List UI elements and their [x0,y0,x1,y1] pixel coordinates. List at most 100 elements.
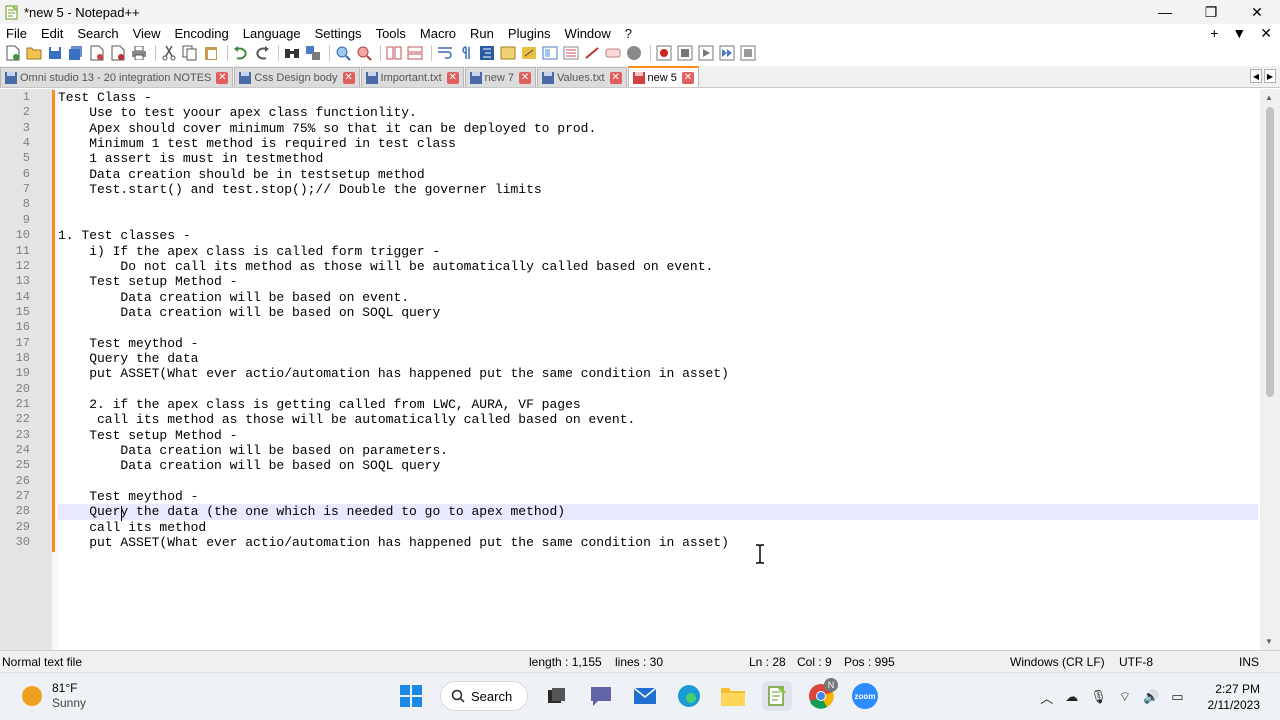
print-icon[interactable] [130,44,148,62]
monitoring-icon[interactable] [583,44,601,62]
microphone-icon[interactable]: 🎙 [1090,689,1107,705]
text-line[interactable]: i) If the apex class is called form trig… [58,244,1258,259]
text-line[interactable]: Minimum 1 test method is required in tes… [58,136,1258,151]
text-line[interactable]: Data creation should be in testsetup met… [58,167,1258,182]
save-icon[interactable] [46,44,64,62]
scroll-up-icon[interactable]: ▲ [1265,93,1273,102]
sync-vertical-icon[interactable] [385,44,403,62]
user-defined-language-icon[interactable] [499,44,517,62]
copy-icon[interactable] [181,44,199,62]
document-map-icon[interactable] [541,44,559,62]
minimize-button[interactable]: — [1142,0,1188,24]
text-line[interactable]: Data creation will be based on event. [58,290,1258,305]
menu-plugins[interactable]: Plugins [501,26,558,41]
tab-scroll-right-icon[interactable]: ▶ [1264,69,1276,83]
show-hidden-icons-chevron-icon[interactable]: ︿ [1040,688,1053,707]
text-line[interactable] [58,197,1258,212]
text-line[interactable]: Test setup Method - [58,428,1258,443]
menu-view[interactable]: View [126,26,168,41]
menu-window[interactable]: Window [558,26,618,41]
cut-icon[interactable] [160,44,178,62]
text-line[interactable]: Data creation will be based on SOQL quer… [58,305,1258,320]
text-line[interactable]: call its method as those will be automat… [58,412,1258,427]
run-macro-multiple-icon[interactable] [718,44,736,62]
tab-close-icon[interactable]: ✕ [519,71,532,84]
text-line[interactable]: 2. if the apex class is getting called f… [58,397,1258,412]
cloud-icon[interactable] [604,44,622,62]
close-button[interactable]: ✕ [1234,0,1280,24]
text-line[interactable]: Test meythod - [58,336,1258,351]
editor-pane[interactable]: 1 2 3 4 5 6 7 8 9 10 11 12 13 14 15 16 17 18 19 20 21 22 23 24 2… [0,89,1280,650]
tab-omni-studio-notes[interactable]: Omni studio 13 - 20 integration NOTES ✕ [0,67,234,87]
text-line[interactable] [58,474,1258,489]
scroll-down-icon[interactable]: ▼ [1265,637,1273,646]
text-line[interactable]: put ASSET(What ever actio/automation has… [58,535,1258,550]
new-file-icon[interactable] [4,44,22,62]
word-wrap-icon[interactable] [436,44,454,62]
text-line[interactable]: Test.start() and test.stop();// Double t… [58,182,1258,197]
chrome-browser-button[interactable]: N [806,678,838,711]
text-line[interactable]: Query the data [58,351,1258,366]
notepadpp-taskbar-button[interactable] [762,681,792,711]
tab-new-7[interactable]: new 7 ✕ [464,67,537,87]
find-icon[interactable] [283,44,301,62]
taskbar-search-box[interactable]: Search [440,681,528,711]
function-list-icon[interactable] [520,44,538,62]
text-line[interactable]: Test meythod - [58,489,1258,504]
tab-important-txt[interactable]: Important.txt ✕ [360,67,464,87]
record-icon[interactable] [625,44,643,62]
text-line[interactable] [58,320,1258,335]
teams-chat-button[interactable] [586,681,616,711]
text-line[interactable] [58,382,1258,397]
menu-encoding[interactable]: Encoding [168,26,236,41]
tab-scroll-left-icon[interactable]: ◀ [1250,69,1262,83]
text-line[interactable] [58,213,1258,228]
text-area[interactable]: Test Class - Use to test yoour apex clas… [58,89,1260,650]
mail-button[interactable] [630,681,660,711]
indent-guide-icon[interactable] [478,44,496,62]
text-line[interactable]: Data creation will be based on parameter… [58,443,1258,458]
text-line[interactable]: Do not call its method as those will be … [58,259,1258,274]
text-line[interactable]: 1 assert is must in testmethod [58,151,1258,166]
playback-icon[interactable] [697,44,715,62]
menu-edit[interactable]: Edit [34,26,70,41]
stop-recording-icon[interactable] [676,44,694,62]
save-macro-icon[interactable] [739,44,757,62]
system-clock[interactable]: 2:27 PM 2/11/2023 [1208,681,1261,713]
start-button[interactable] [396,681,426,711]
maximize-button[interactable]: ❐ [1188,0,1234,24]
open-file-icon[interactable] [25,44,43,62]
battery-icon[interactable]: ▭ [1171,689,1183,705]
tab-new-5[interactable]: new 5 ✕ [627,66,699,87]
menu-macro[interactable]: Macro [413,26,463,41]
folder-workspace-icon[interactable] [562,44,580,62]
menu-language[interactable]: Language [236,26,308,41]
menu-file[interactable]: File [0,26,34,41]
zoom-out-icon[interactable] [355,44,373,62]
status-insert-mode[interactable]: INS [1239,655,1259,669]
tab-close-icon[interactable]: ✕ [609,71,622,84]
close-document-button[interactable]: ✕ [1260,25,1272,42]
sync-horizontal-icon[interactable] [406,44,424,62]
text-line[interactable]: put ASSET(What ever actio/automation has… [58,366,1258,381]
vertical-scrollbar[interactable]: ▲ ▼ [1260,89,1280,650]
save-all-icon[interactable] [67,44,85,62]
paste-icon[interactable] [202,44,220,62]
menu-settings[interactable]: Settings [308,26,369,41]
text-line[interactable]: Apex should cover minimum 75% so that it… [58,121,1258,136]
tab-close-icon[interactable]: ✕ [446,71,459,84]
menu-run[interactable]: Run [463,26,501,41]
replace-icon[interactable] [304,44,322,62]
tab-close-icon[interactable]: ✕ [216,71,229,84]
text-line[interactable]: call its method [58,520,1258,535]
start-recording-icon[interactable] [655,44,673,62]
text-line[interactable]: Data creation will be based on SOQL quer… [58,458,1258,473]
close-file-icon[interactable] [88,44,106,62]
redo-icon[interactable] [253,44,271,62]
zoom-app-button[interactable]: zoom [850,681,880,711]
menu-help[interactable]: ? [618,26,639,41]
menu-search[interactable]: Search [70,26,125,41]
status-eol-format[interactable]: Windows (CR LF) [1010,655,1105,669]
file-explorer-button[interactable] [718,681,748,711]
tab-close-icon[interactable]: ✕ [342,71,355,84]
